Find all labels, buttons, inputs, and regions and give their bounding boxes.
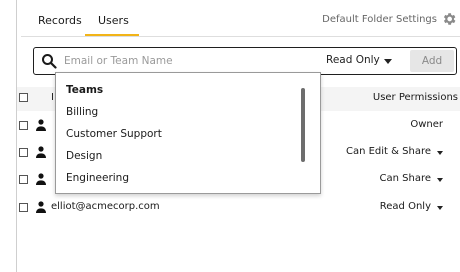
permission-dropdown[interactable]: Read Only <box>380 201 431 212</box>
search-icon <box>42 54 57 69</box>
user-icon <box>36 146 46 158</box>
tab-users[interactable]: Users <box>98 14 129 27</box>
tab-bar: Records Users Default Folder Settings <box>17 0 460 36</box>
row-checkbox[interactable] <box>19 203 28 212</box>
tab-divider <box>21 36 460 37</box>
chevron-down-icon[interactable] <box>437 178 443 182</box>
user-icon <box>36 201 46 213</box>
gear-icon[interactable] <box>441 11 457 27</box>
tab-records[interactable]: Records <box>38 14 82 27</box>
user-icon <box>36 119 46 131</box>
sharing-panel: Records Users Default Folder Settings Re… <box>16 0 460 272</box>
chevron-down-icon[interactable] <box>437 151 443 155</box>
dropdown-item-billing[interactable]: Billing <box>66 106 98 118</box>
dropdown-item-customer-support[interactable]: Customer Support <box>66 128 162 140</box>
header-permissions-column: User Permissions <box>372 92 458 103</box>
dropdown-header-teams: Teams <box>66 84 104 96</box>
team-suggestions-dropdown: Teams Billing Customer Support Design En… <box>55 72 321 194</box>
dropdown-scrollbar[interactable] <box>301 88 305 162</box>
user-icon <box>36 173 46 185</box>
header-name-column: I <box>51 92 54 103</box>
row-checkbox[interactable] <box>19 148 28 157</box>
chevron-down-icon[interactable] <box>437 206 443 210</box>
table-row: elliot@acmecorp.com Read Only <box>17 197 460 219</box>
permission-select[interactable]: Read Only <box>326 54 380 66</box>
permission-dropdown[interactable]: Can Edit & Share <box>346 146 431 157</box>
permission-dropdown[interactable]: Can Share <box>380 173 431 184</box>
user-email: elliot@acmecorp.com <box>51 201 160 212</box>
permission-label: Owner <box>410 119 443 130</box>
row-checkbox[interactable] <box>19 175 28 184</box>
add-user-bar: Read Only Add <box>33 47 457 75</box>
row-checkbox[interactable] <box>19 121 28 130</box>
select-all-checkbox[interactable] <box>19 93 28 102</box>
email-or-team-input[interactable] <box>64 51 294 71</box>
chevron-down-icon[interactable] <box>384 59 392 64</box>
dropdown-item-engineering[interactable]: Engineering <box>66 172 129 184</box>
dropdown-item-design[interactable]: Design <box>66 150 102 162</box>
default-folder-settings-link[interactable]: Default Folder Settings <box>322 14 437 25</box>
add-button[interactable]: Add <box>410 50 454 72</box>
